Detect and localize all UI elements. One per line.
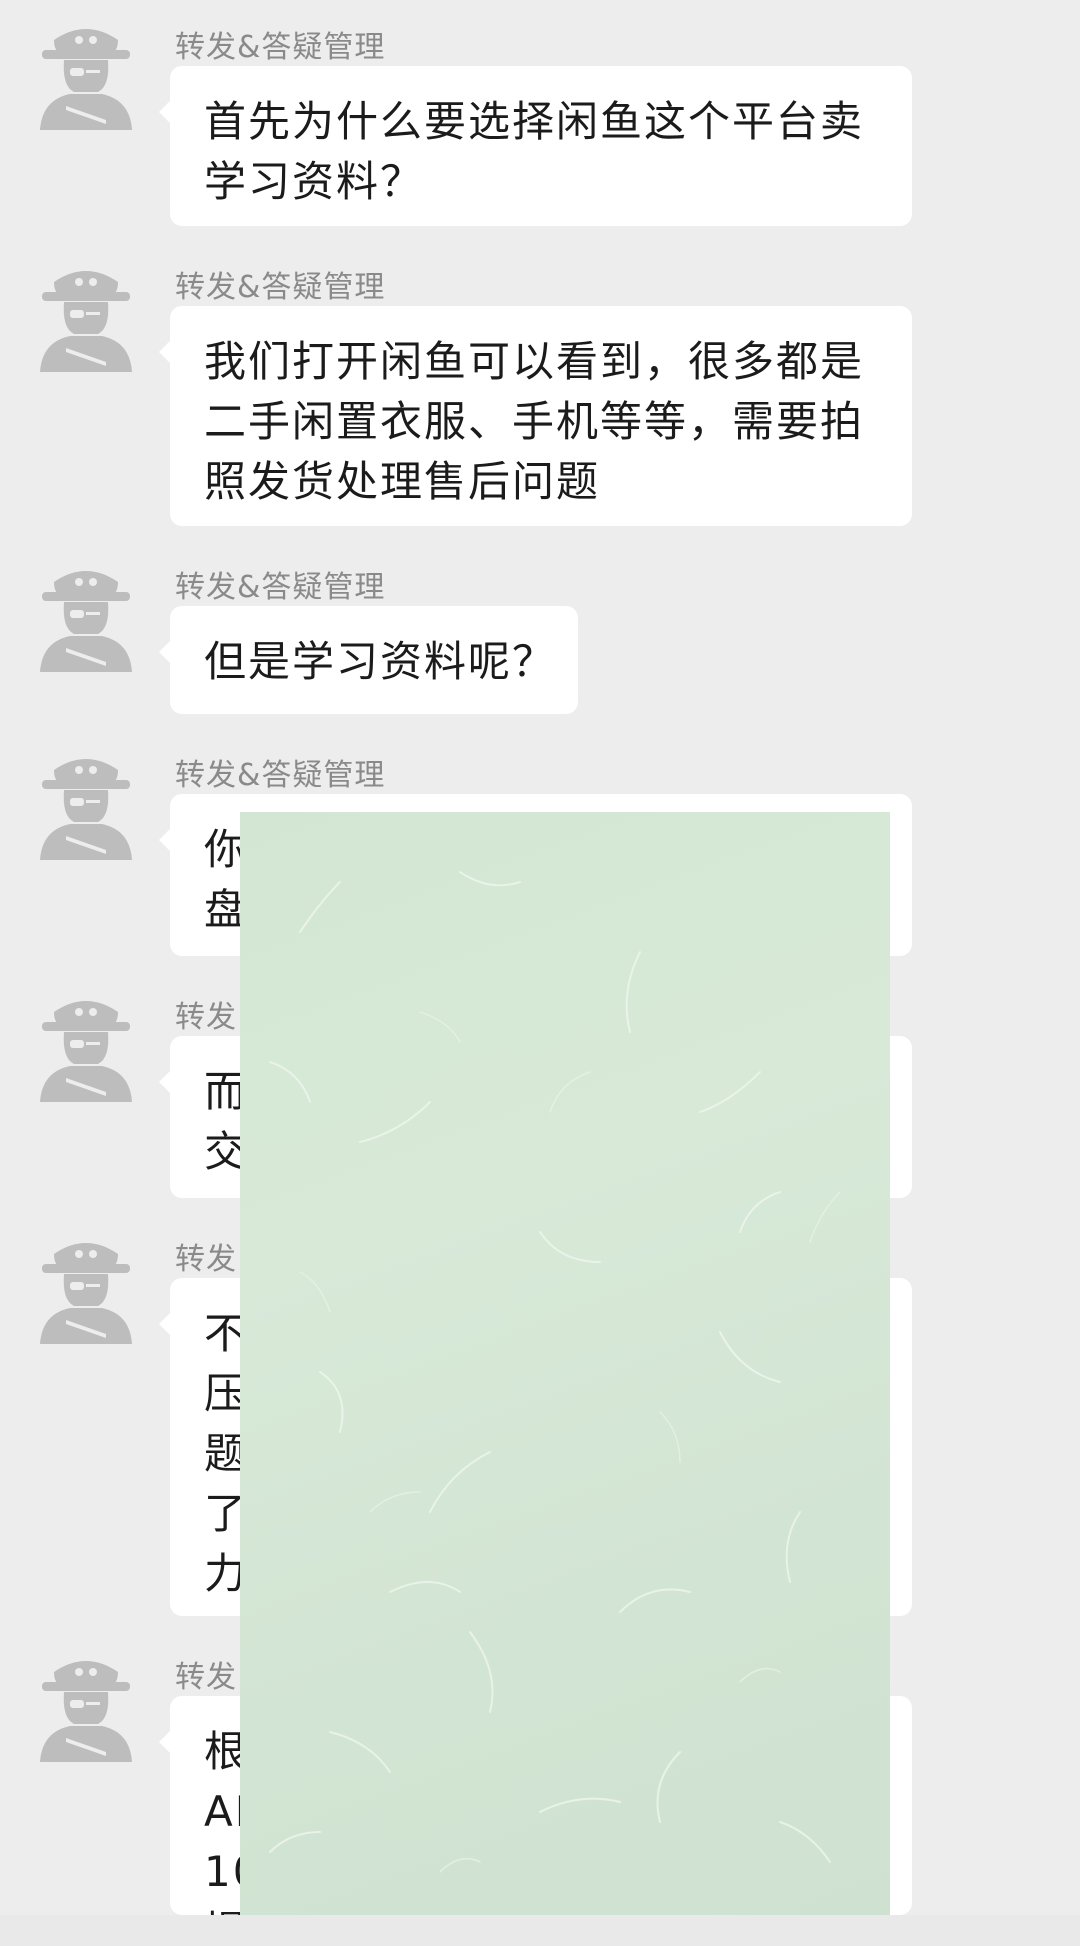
message-text-line: 照发货处理售后问题 xyxy=(204,457,601,506)
paper-texture-overlay xyxy=(240,812,890,1917)
pirate-avatar-icon[interactable] xyxy=(36,262,136,372)
sender-name: 转发&答疑管理 xyxy=(175,30,386,65)
message-text-line: 首先为什么要选择闲鱼这个平台卖 xyxy=(204,97,865,146)
pirate-avatar-icon[interactable] xyxy=(36,750,136,860)
chat-message-list[interactable]: 转发&答疑管理 首先为什么要选择闲鱼这个平台卖 学习资料？ 转发&答疑管理 我们… xyxy=(0,0,1080,1946)
pirate-avatar-icon[interactable] xyxy=(36,20,136,130)
message-bubble[interactable]: 首先为什么要选择闲鱼这个平台卖 学习资料？ xyxy=(170,66,912,226)
message-text-line: 二手闲置衣服、手机等等，需要拍 xyxy=(204,397,865,446)
pirate-avatar-icon[interactable] xyxy=(36,562,136,672)
sender-name: 转发&答疑管理 xyxy=(175,758,386,793)
paper-fiber-texture-icon xyxy=(269,871,841,1873)
pirate-avatar-icon[interactable] xyxy=(36,1652,136,1762)
bottom-edge-bar xyxy=(0,1915,1080,1946)
pirate-avatar-icon[interactable] xyxy=(36,992,136,1102)
message-bubble[interactable]: 我们打开闲鱼可以看到，很多都是 二手闲置衣服、手机等等，需要拍 照发货处理售后问… xyxy=(170,306,912,526)
sender-name: 转发&答疑管理 xyxy=(175,570,386,605)
message-text-line: 学习资料？ xyxy=(204,157,425,206)
sender-name: 转发&答疑管理 xyxy=(175,270,386,305)
sender-name: 转发 xyxy=(175,1660,237,1695)
pirate-avatar-icon[interactable] xyxy=(36,1234,136,1344)
sender-name: 转发 xyxy=(175,1242,237,1277)
message-text-line: 但是学习资料呢？ xyxy=(204,637,557,686)
message-text-line: 我们打开闲鱼可以看到，很多都是 xyxy=(204,337,865,386)
sender-name: 转发 xyxy=(175,1000,237,1035)
message-bubble[interactable]: 但是学习资料呢？ xyxy=(170,606,578,714)
